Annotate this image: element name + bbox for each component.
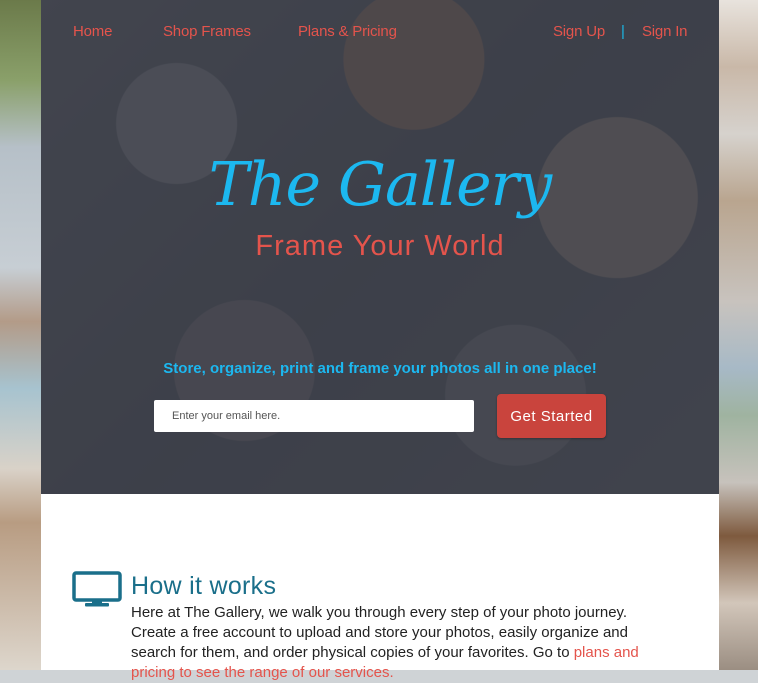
- nav-separator: |: [621, 23, 625, 40]
- get-started-button[interactable]: Get Started: [497, 394, 606, 438]
- how-it-works-heading: How it works: [131, 572, 277, 600]
- nav-shop-frames-link[interactable]: Shop Frames: [163, 23, 251, 40]
- hero-tagline: Store, organize, print and frame your ph…: [163, 360, 597, 377]
- hero-section: Home Shop Frames Plans & Pricing Sign Up…: [41, 0, 719, 494]
- email-input[interactable]: [154, 400, 474, 432]
- nav-sign-in-link[interactable]: Sign In: [642, 23, 688, 40]
- background-photo-collage-right: [719, 0, 758, 670]
- how-it-works-body: Here at The Gallery, we walk you through…: [131, 604, 628, 661]
- background-photo-collage-left: [0, 0, 41, 670]
- how-it-works-text: Here at The Gallery, we walk you through…: [131, 603, 671, 683]
- site-subtitle: Frame Your World: [255, 230, 505, 262]
- how-it-works-section: How it works Here at The Gallery, we wal…: [41, 494, 719, 681]
- nav-sign-up-link[interactable]: Sign Up: [553, 23, 605, 40]
- monitor-icon: [71, 570, 123, 615]
- site-title: The Gallery: [208, 150, 552, 220]
- nav-home-link[interactable]: Home: [73, 23, 112, 40]
- nav-plans-pricing-link[interactable]: Plans & Pricing: [298, 23, 397, 40]
